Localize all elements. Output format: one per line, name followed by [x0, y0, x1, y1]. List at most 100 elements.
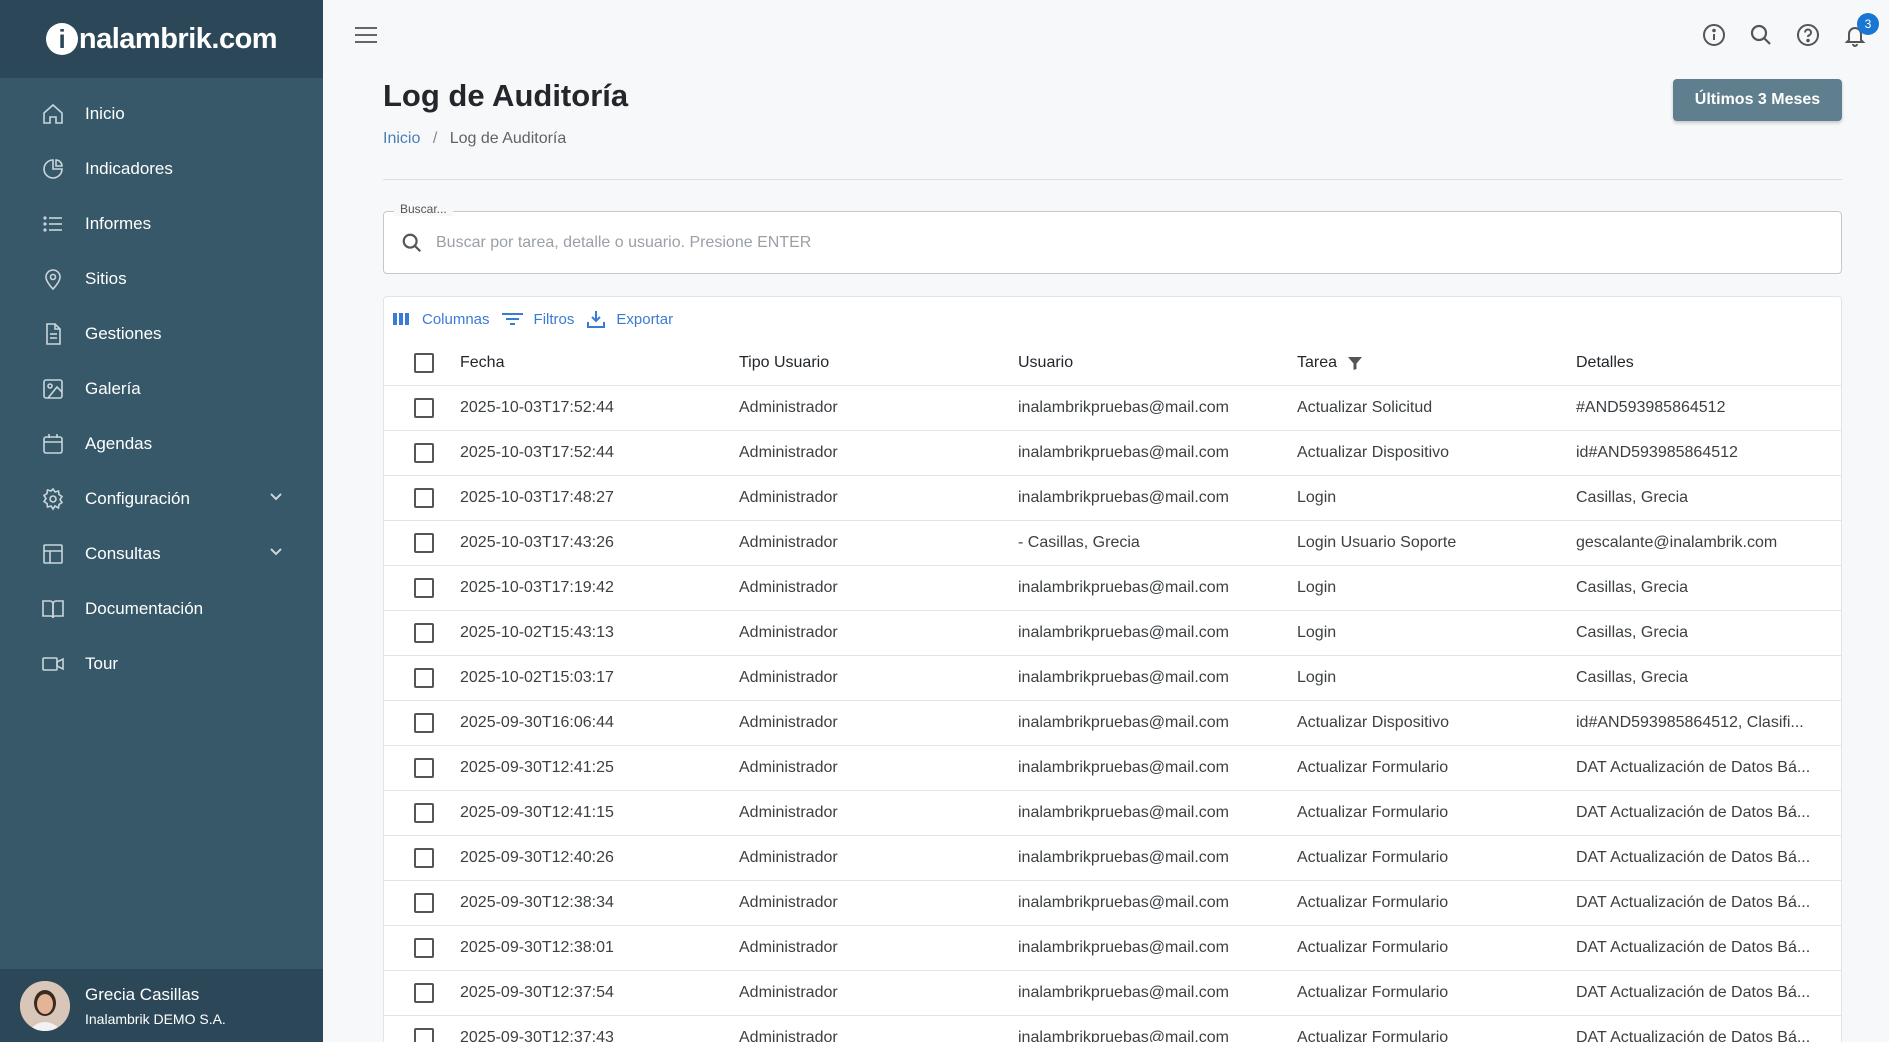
logo-initial: i [45, 23, 78, 55]
sidebar-item-sitios[interactable]: Sitios [0, 251, 323, 306]
table-row[interactable]: 2025-09-30T12:41:15 Administrador inalambr… [384, 791, 1841, 836]
sidebar-item-gestiones[interactable]: Gestiones [0, 306, 323, 361]
table-row[interactable]: 2025-09-30T12:38:01 Administrador inalambr… [384, 926, 1841, 971]
column-header-fecha[interactable]: Fecha [460, 354, 739, 372]
chevron-down-icon[interactable] [269, 544, 283, 563]
avatar [20, 980, 70, 1031]
cell-fecha: 2025-10-03T17:43:26 [460, 534, 614, 551]
column-header-detalles[interactable]: Detalles [1576, 354, 1836, 372]
sidebar-item-galeria[interactable]: Galería [0, 361, 323, 416]
sidebar-item-agendas[interactable]: Agendas [0, 416, 323, 471]
sidebar-item-label: Indicadores [85, 158, 173, 178]
export-button[interactable]: Exportar [586, 309, 673, 329]
home-icon [40, 101, 66, 127]
cell-tarea: Actualizar Formulario [1297, 849, 1449, 866]
cell-fecha: 2025-09-30T12:38:01 [460, 939, 614, 956]
table-row[interactable]: 2025-09-30T12:37:54 Administrador inalambr… [384, 971, 1841, 1016]
cell-detalles: #AND593985864512 [1576, 399, 1726, 416]
row-checkbox[interactable] [414, 623, 434, 643]
bell-icon[interactable]: 3 [1842, 13, 1879, 48]
column-header-tipo-usuario[interactable]: Tipo Usuario [739, 354, 1018, 372]
search-icon[interactable] [1748, 22, 1774, 48]
cell-fecha: 2025-09-30T16:06:44 [460, 714, 614, 731]
cell-detalles: DAT Actualización de Datos Bá... [1576, 939, 1811, 956]
row-checkbox[interactable] [414, 533, 434, 553]
cell-fecha: 2025-10-03T17:48:27 [460, 489, 614, 506]
funnel-filter-icon[interactable] [1347, 355, 1363, 371]
cell-tarea: Login [1297, 489, 1337, 506]
columns-button[interactable]: Columnas [392, 311, 490, 328]
user-profile[interactable]: Grecia Casillas Inalambrik DEMO S.A. [0, 969, 323, 1042]
column-header-usuario[interactable]: Usuario [1018, 354, 1297, 372]
row-checkbox[interactable] [414, 938, 434, 958]
row-checkbox[interactable] [414, 983, 434, 1003]
cell-detalles: DAT Actualización de Datos Bá... [1576, 984, 1811, 1001]
table-row[interactable]: 2025-09-30T12:40:26 Administrador inalambr… [384, 836, 1841, 881]
search-field[interactable] [383, 211, 1842, 274]
help-icon[interactable] [1795, 22, 1821, 48]
table-row[interactable]: 2025-10-03T17:52:44 Administrador inalambr… [384, 386, 1841, 431]
table-icon [40, 541, 66, 567]
date-range-button[interactable]: Últimos 3 Meses [1673, 79, 1842, 121]
cell-tarea: Login [1297, 579, 1337, 596]
table-row[interactable]: 2025-10-03T17:19:42 Administrador inalambr… [384, 566, 1841, 611]
row-checkbox[interactable] [414, 848, 434, 868]
cell-usuario: inalambrikpruebas@mail.com [1018, 804, 1229, 821]
table-row[interactable]: 2025-10-02T15:03:17 Administrador inalambr… [384, 656, 1841, 701]
row-checkbox[interactable] [414, 758, 434, 778]
row-checkbox[interactable] [414, 893, 434, 913]
cell-tipo-usuario: Administrador [739, 759, 838, 776]
download-icon [586, 309, 606, 329]
cell-fecha: 2025-09-30T12:41:25 [460, 759, 614, 776]
cell-usuario: inalambrikpruebas@mail.com [1018, 1029, 1229, 1042]
app-logo[interactable]: i nalambrik.com [45, 23, 278, 56]
table-row[interactable]: 2025-09-30T12:38:34 Administrador inalambr… [384, 881, 1841, 926]
menu-toggle-icon[interactable] [355, 27, 379, 48]
cell-usuario: inalambrikpruebas@mail.com [1018, 489, 1229, 506]
filters-button[interactable]: Filtros [501, 311, 574, 328]
cell-tarea: Actualizar Solicitud [1297, 399, 1433, 416]
table-row[interactable]: 2025-10-03T17:48:27 Administrador inalambr… [384, 476, 1841, 521]
cell-tarea: Actualizar Dispositivo [1297, 444, 1450, 461]
row-checkbox[interactable] [414, 488, 434, 508]
cell-tarea: Actualizar Formulario [1297, 984, 1449, 1001]
cell-tarea: Actualizar Formulario [1297, 939, 1449, 956]
table-row[interactable]: 2025-09-30T12:37:43 Administrador inalambr… [384, 1016, 1841, 1042]
row-checkbox[interactable] [414, 668, 434, 688]
sidebar-item-tour[interactable]: Tour [0, 636, 323, 691]
row-checkbox[interactable] [414, 398, 434, 418]
cell-usuario: inalambrikpruebas@mail.com [1018, 939, 1229, 956]
search-input[interactable] [436, 224, 1816, 262]
column-header-tarea[interactable]: Tarea [1297, 354, 1576, 372]
row-checkbox[interactable] [414, 803, 434, 823]
cell-usuario: inalambrikpruebas@mail.com [1018, 669, 1229, 686]
table-row[interactable]: 2025-10-03T17:52:44 Administrador inalambr… [384, 431, 1841, 476]
logo-area: i nalambrik.com [0, 0, 323, 78]
table-row[interactable]: 2025-10-02T15:43:13 Administrador inalambr… [384, 611, 1841, 656]
cell-usuario: - Casillas, Grecia [1018, 534, 1140, 551]
row-checkbox[interactable] [414, 1028, 434, 1042]
sidebar-item-documentacion[interactable]: Documentación [0, 581, 323, 636]
table-row[interactable]: 2025-10-03T17:43:26 Administrador - Casill… [384, 521, 1841, 566]
row-checkbox[interactable] [414, 443, 434, 463]
sidebar-item-inicio[interactable]: Inicio [0, 86, 323, 141]
breadcrumb-home-link[interactable]: Inicio [383, 130, 420, 147]
cell-fecha: 2025-10-02T15:03:17 [460, 669, 614, 686]
info-icon[interactable] [1701, 22, 1727, 48]
row-checkbox[interactable] [414, 578, 434, 598]
table-row[interactable]: 2025-09-30T12:41:25 Administrador inalambr… [384, 746, 1841, 791]
cell-detalles: DAT Actualización de Datos Bá... [1576, 894, 1811, 911]
row-checkbox[interactable] [414, 713, 434, 733]
cell-detalles: id#AND593985864512, Clasifi... [1576, 714, 1804, 731]
sidebar-item-indicadores[interactable]: Indicadores [0, 141, 323, 196]
cell-detalles: DAT Actualización de Datos Bá... [1576, 759, 1811, 776]
sidebar-item-consultas[interactable]: Consultas [0, 526, 323, 581]
select-all-checkbox[interactable] [414, 353, 434, 373]
sidebar-item-configuracion[interactable]: Configuración [0, 471, 323, 526]
chevron-down-icon[interactable] [269, 489, 283, 508]
cell-usuario: inalambrikpruebas@mail.com [1018, 849, 1229, 866]
cell-tipo-usuario: Administrador [739, 849, 838, 866]
table-row[interactable]: 2025-09-30T16:06:44 Administrador inalambr… [384, 701, 1841, 746]
cell-tipo-usuario: Administrador [739, 579, 838, 596]
sidebar-item-informes[interactable]: Informes [0, 196, 323, 251]
